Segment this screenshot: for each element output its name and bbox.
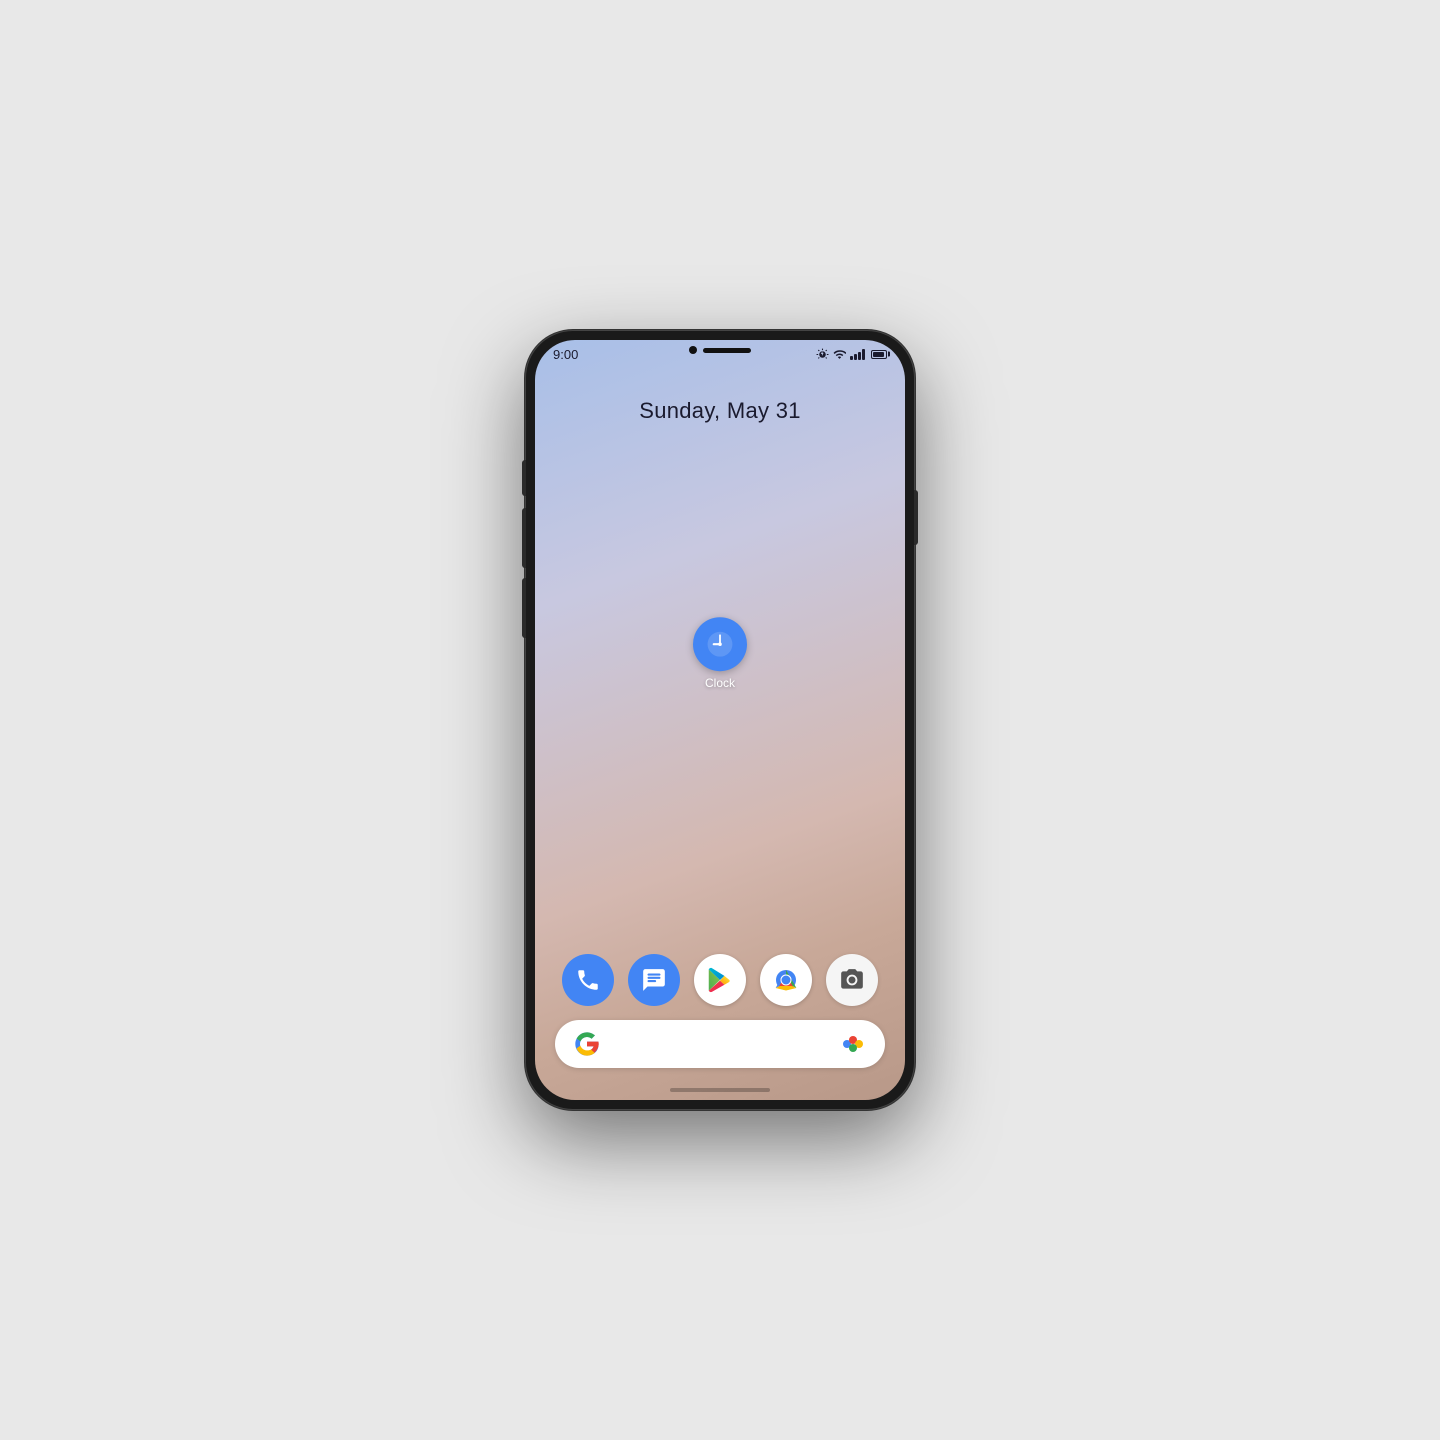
google-assistant-icon[interactable] <box>839 1030 867 1058</box>
home-screen: Sunday, May 31 Clock <box>535 368 905 954</box>
messages-icon <box>641 967 667 993</box>
app-dock <box>535 954 905 1068</box>
earpiece-speaker <box>703 348 751 353</box>
playstore-app-icon[interactable] <box>694 954 746 1006</box>
phone-icon <box>575 967 601 993</box>
battery-icon <box>871 350 887 359</box>
status-bar: 9:00 <box>535 340 905 368</box>
google-logo <box>573 1030 601 1058</box>
wifi-icon <box>833 348 846 361</box>
dock-icons-row <box>555 954 885 1006</box>
navigation-bar <box>535 1080 905 1100</box>
clock-face <box>704 628 736 660</box>
camera-app-icon[interactable] <box>826 954 878 1006</box>
clock-app-icon[interactable] <box>693 617 747 671</box>
phone-app-icon[interactable] <box>562 954 614 1006</box>
camera-icon <box>839 967 865 993</box>
signal-icon <box>850 349 865 360</box>
volume-up-button[interactable] <box>522 508 526 568</box>
phone-device: 9:00 <box>525 330 915 1110</box>
nav-pill[interactable] <box>670 1088 770 1092</box>
volume-silent-button[interactable] <box>522 460 526 496</box>
clock-app[interactable]: Clock <box>693 617 747 690</box>
volume-down-button[interactable] <box>522 578 526 638</box>
front-camera <box>689 346 697 354</box>
alarm-icon <box>816 348 829 361</box>
messages-app-icon[interactable] <box>628 954 680 1006</box>
power-button[interactable] <box>914 490 918 545</box>
chrome-app-icon[interactable] <box>760 954 812 1006</box>
status-icons <box>816 348 887 361</box>
clock-app-label: Clock <box>705 676 735 690</box>
notch <box>689 346 751 354</box>
google-search-bar[interactable] <box>555 1020 885 1068</box>
assistant-dots <box>839 1030 867 1058</box>
chrome-icon <box>770 964 802 996</box>
status-time: 9:00 <box>553 347 578 362</box>
playstore-icon <box>705 965 735 995</box>
date-display: Sunday, May 31 <box>639 398 801 424</box>
phone-screen: 9:00 <box>535 340 905 1100</box>
